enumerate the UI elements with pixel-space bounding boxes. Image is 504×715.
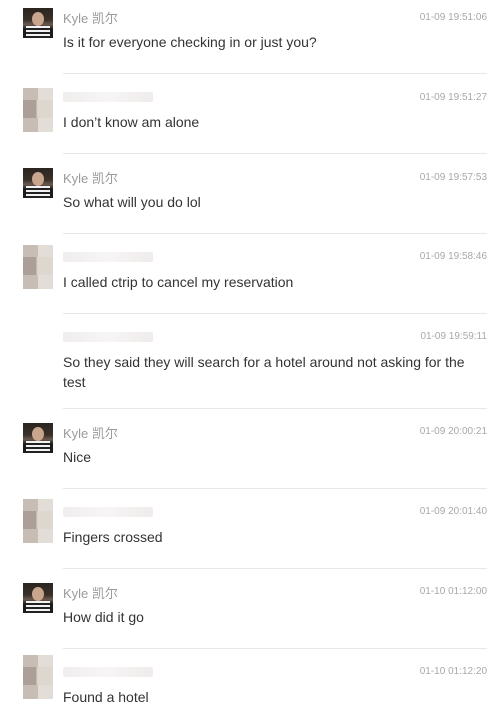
avatar[interactable] xyxy=(23,499,53,543)
timestamp: 01-09 19:57:53 xyxy=(419,172,487,183)
message-text: Found a hotel xyxy=(63,689,149,705)
sender-name: Kyle 凯尔 xyxy=(63,11,118,26)
avatar[interactable] xyxy=(23,423,53,453)
avatar[interactable] xyxy=(23,8,53,38)
message-text: I called ctrip to cancel my reservation xyxy=(63,274,294,290)
message-item: 01-09 19:58:46 I called ctrip to cancel … xyxy=(0,240,504,320)
message-item: 01-09 20:01:40 Fingers crossed xyxy=(0,495,504,575)
timestamp: 01-09 19:51:06 xyxy=(419,12,487,23)
timestamp: 01-09 19:51:27 xyxy=(419,92,487,103)
sender-name: Kyle 凯尔 xyxy=(63,426,118,441)
avatar[interactable] xyxy=(23,245,53,289)
message-text: So they said they will search for a hote… xyxy=(63,354,465,390)
timestamp: 01-10 01:12:00 xyxy=(419,586,487,597)
avatar[interactable] xyxy=(23,583,53,613)
message-text: How did it go xyxy=(63,609,144,625)
message-text: Nice xyxy=(63,449,92,465)
divider xyxy=(63,488,487,489)
divider xyxy=(63,153,487,154)
avatar[interactable] xyxy=(23,655,53,699)
timestamp: 01-09 20:00:21 xyxy=(419,426,487,437)
message-item: Kyle 凯尔 01-09 19:57:53 So what will you … xyxy=(0,160,504,240)
timestamp: 01-09 20:01:40 xyxy=(419,506,487,517)
timestamp: 01-09 19:59:11 xyxy=(420,331,487,342)
avatar[interactable] xyxy=(23,88,53,132)
timestamp: 01-10 01:12:20 xyxy=(419,666,487,677)
sender-name-redacted xyxy=(63,667,153,677)
divider xyxy=(63,568,487,569)
message-item: Kyle 凯尔 01-09 19:51:06 Is it for everyon… xyxy=(0,0,504,80)
message-item: 01-09 19:59:11 So they said they will se… xyxy=(0,320,504,410)
timestamp: 01-09 19:58:46 xyxy=(419,251,487,262)
sender-name: Kyle 凯尔 xyxy=(63,171,118,186)
message-item: Kyle 凯尔 01-10 01:12:00 How did it go xyxy=(0,575,504,655)
message-text: I don’t know am alone xyxy=(63,114,200,130)
sender-name-redacted xyxy=(63,92,153,102)
sender-name: Kyle 凯尔 xyxy=(63,586,118,601)
message-text: So what will you do lol xyxy=(63,194,201,210)
message-item: Kyle 凯尔 01-09 20:00:21 Nice xyxy=(0,415,504,495)
divider xyxy=(63,233,487,234)
sender-name-redacted xyxy=(63,332,153,342)
avatar[interactable] xyxy=(23,168,53,198)
message-item: 01-10 01:12:20 Found a hotel xyxy=(0,655,504,715)
divider xyxy=(63,313,487,314)
divider xyxy=(63,648,487,649)
divider xyxy=(63,73,487,74)
sender-name-redacted xyxy=(63,507,153,517)
message-item: 01-09 19:51:27 I don’t know am alone xyxy=(0,80,504,160)
sender-name-redacted xyxy=(63,252,153,262)
message-text: Fingers crossed xyxy=(63,529,163,545)
message-text: Is it for everyone checking in or just y… xyxy=(63,34,317,50)
divider xyxy=(63,408,487,409)
